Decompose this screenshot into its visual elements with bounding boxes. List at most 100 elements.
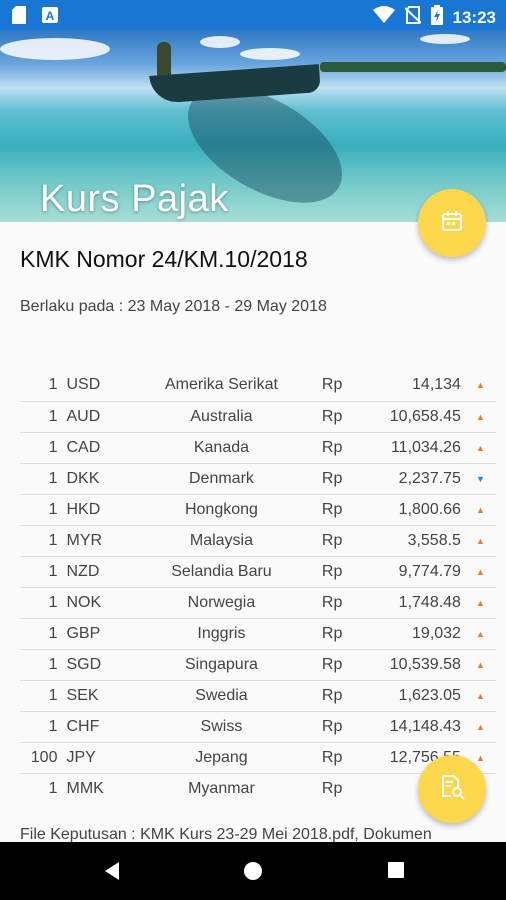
country-name: Australia (190, 407, 253, 425)
currency-symbol: Rp (321, 624, 343, 642)
table-row: 1 SGD Singapura Rp 10,539.58 ▲ (20, 649, 496, 680)
trend-up-icon: ▲ (476, 597, 485, 608)
rate-quantity: 1 (48, 655, 58, 673)
trend-up-icon: ▲ (476, 504, 485, 515)
header-banner: Kurs Pajak (0, 30, 506, 222)
navigation-bar (0, 842, 506, 900)
country-name: Singapura (184, 655, 258, 673)
rate-value: 14,148.43 (389, 717, 461, 735)
trend-up-icon: ▲ (476, 566, 485, 577)
table-row: 1 SEK Swedia Rp 1,623.05 ▲ (20, 680, 496, 711)
country-name: Jepang (195, 748, 248, 766)
currency-code: HKD (66, 500, 101, 518)
back-icon[interactable] (102, 861, 122, 886)
recents-icon[interactable] (387, 861, 405, 884)
country-name: Swedia (195, 686, 248, 704)
trend-up-icon: ▲ (476, 659, 485, 670)
table-row: 1 GBP Inggris Rp 19,032 ▲ (20, 618, 496, 649)
rate-value: 10,658.45 (389, 407, 461, 425)
rate-quantity: 1 (48, 376, 58, 394)
table-row: 1 HKD Hongkong Rp 1,800.66 ▲ (20, 494, 496, 525)
wifi-icon (372, 6, 395, 29)
rate-value: 3,558.5 (407, 531, 461, 549)
trend-up-icon: ▲ (476, 411, 485, 422)
status-bar: A 13:23 (0, 0, 506, 30)
table-row: 1 NZD Selandia Baru Rp 9,774.79 ▲ (20, 556, 496, 587)
currency-symbol: Rp (321, 500, 343, 518)
currency-symbol: Rp (321, 376, 343, 394)
currency-code: CAD (66, 438, 101, 456)
currency-code: NZD (66, 562, 100, 580)
currency-symbol: Rp (321, 469, 343, 487)
calendar-button[interactable] (418, 189, 486, 257)
currency-symbol: Rp (321, 438, 343, 456)
country-name: Inggris (197, 624, 246, 642)
rate-quantity: 1 (48, 779, 58, 797)
country-name: Kanada (193, 438, 250, 456)
table-row: 1 USD Amerika Serikat Rp 14,134 ▲ (20, 370, 496, 401)
currency-symbol: Rp (321, 717, 343, 735)
currency-code: MYR (66, 531, 103, 549)
document-search-icon (439, 774, 465, 805)
country-name: Swiss (200, 717, 243, 735)
currency-symbol: Rp (321, 748, 343, 766)
currency-code: USD (66, 376, 101, 394)
rate-value: 11,034.26 (390, 438, 461, 456)
trend-up-icon: ▲ (476, 690, 485, 701)
notification-a-icon: A (42, 6, 58, 24)
currency-symbol: Rp (321, 562, 343, 580)
svg-text:A: A (46, 9, 55, 23)
trend-up-icon: ▲ (476, 721, 485, 732)
trend-up-icon: ▲ (476, 628, 485, 639)
country-name: Selandia Baru (171, 562, 272, 580)
table-row: 1 MYR Malaysia Rp 3,558.5 ▲ (20, 525, 496, 556)
trend-down-icon: ▼ (476, 473, 485, 484)
currency-symbol: Rp (321, 531, 343, 549)
currency-code: AUD (66, 407, 101, 425)
currency-symbol: Rp (321, 593, 343, 611)
rate-value: 14,134 (412, 376, 461, 394)
battery-icon (430, 5, 443, 30)
table-row: 1 NOK Norwegia Rp 1,748.48 ▲ (20, 587, 496, 618)
rate-value: 9,774.79 (398, 562, 461, 580)
country-name: Amerika Serikat (164, 376, 278, 394)
exchange-rate-table: 1 USD Amerika Serikat Rp 14,134 ▲ 1 AUD Australi… (20, 370, 496, 804)
rate-value: 19,032 (412, 624, 461, 642)
rate-value: 2,237.75 (398, 469, 461, 487)
rate-value: 1,800.66 (398, 500, 461, 518)
rate-quantity: 1 (48, 686, 58, 704)
no-sim-icon (403, 6, 422, 29)
currency-code: NOK (66, 593, 102, 611)
rate-quantity: 1 (48, 562, 58, 580)
rate-quantity: 1 (48, 531, 58, 549)
currency-code: SGD (66, 655, 102, 673)
country-name: Norwegia (187, 593, 256, 611)
rate-value: 1,748.48 (398, 593, 461, 611)
rate-quantity: 1 (48, 593, 58, 611)
trend-up-icon: ▲ (476, 535, 485, 546)
home-icon[interactable] (243, 861, 263, 886)
table-row: 1 CHF Swiss Rp 14,148.43 ▲ (20, 711, 496, 742)
currency-symbol: Rp (321, 779, 343, 797)
table-row: 1 AUD Australia Rp 10,658.45 ▲ (20, 401, 496, 432)
currency-code: JPY (66, 748, 96, 766)
rate-quantity: 1 (48, 624, 58, 642)
search-document-button[interactable] (418, 755, 486, 823)
trend-up-icon: ▲ (476, 380, 485, 391)
country-name: Hongkong (184, 500, 258, 518)
validity-period: Berlaku pada : 23 May 2018 - 29 May 2018 (20, 298, 327, 315)
calendar-icon (440, 209, 464, 238)
sd-card-icon (12, 6, 28, 24)
document-title: KMK Nomor 24/KM.10/2018 (20, 246, 308, 272)
trend-up-icon: ▲ (476, 442, 485, 453)
clock: 13:23 (452, 7, 496, 27)
currency-symbol: Rp (321, 655, 343, 673)
rate-quantity: 100 (30, 748, 58, 766)
currency-code: GBP (66, 624, 101, 642)
currency-symbol: Rp (321, 686, 343, 704)
currency-code: SEK (66, 686, 99, 704)
country-name: Malaysia (189, 531, 254, 549)
table-row: 1 DKK Denmark Rp 2,237.75 ▼ (20, 463, 496, 494)
rate-value: 10,539.58 (389, 655, 461, 673)
table-row: 1 CAD Kanada Rp 11,034.26 ▲ (20, 432, 496, 463)
